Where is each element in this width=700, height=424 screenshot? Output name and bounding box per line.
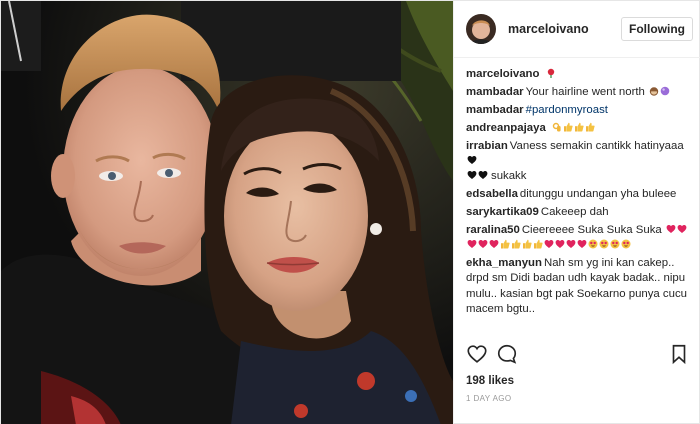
like-count[interactable]: 198 likes [466, 375, 514, 387]
comment-username[interactable]: andreanpajaya [466, 122, 546, 134]
heart-eyes-emoji [610, 239, 620, 249]
comment-item: andreanpajaya [466, 121, 691, 136]
comment-item: ekha_manyun Nah sm yg ini kan cakep.. drp… [466, 256, 691, 317]
thumbs-emoji [501, 239, 510, 249]
comment-item: irrabian Vaness semakin cantikk hatinyaaa… [466, 139, 691, 185]
action-bar [466, 343, 692, 371]
heart-black-emoji [467, 171, 477, 180]
post-photo[interactable] [1, 1, 453, 424]
heart-eyes-emoji [588, 239, 598, 249]
comment-item: raralina50 Cieereeee Suka Suka Suka [466, 223, 691, 254]
comment-text: Cieereeee Suka Suka Suka [521, 223, 662, 236]
heart-red-emoji [566, 240, 576, 249]
thumbs-emoji [523, 239, 532, 249]
selfie-image [1, 1, 453, 424]
comment-text: sukakk [491, 170, 527, 183]
heart-black-emoji [467, 155, 477, 164]
post-side-panel: marceloivano Following marceloivano mamb… [453, 1, 700, 424]
comment-username[interactable]: sarykartika09 [466, 206, 539, 218]
comment-username[interactable]: edsabella [466, 188, 518, 200]
heart-red-emoji [478, 240, 488, 249]
heart-red-emoji [467, 240, 477, 249]
monkey-emoji [649, 87, 659, 96]
comment-item: sarykartika09 Cakeeep dah [466, 205, 691, 220]
comment-bubble-icon[interactable] [496, 343, 520, 367]
comment-text: ditunggu undangan yha buleee [519, 188, 677, 201]
heart-red-emoji [577, 240, 587, 249]
instagram-post: marceloivano Following marceloivano mamb… [0, 0, 700, 424]
comment-text: Vaness semakin cantikk hatinyaaa [509, 139, 684, 152]
thumbs-emoji [585, 122, 595, 132]
heart-red-emoji [677, 224, 687, 233]
heart-eyes-emoji [599, 239, 609, 249]
post-timestamp[interactable]: 1 DAY AGO [466, 394, 512, 403]
comment-username[interactable]: ekha_manyun [466, 257, 542, 269]
orb-emoji [660, 86, 670, 96]
header-username[interactable]: marceloivano [508, 22, 621, 36]
comment-username[interactable]: mambadar [466, 86, 524, 98]
following-button[interactable]: Following [621, 17, 693, 41]
bookmark-icon[interactable] [668, 343, 692, 367]
heart-red-emoji [544, 240, 554, 249]
avatar[interactable] [466, 14, 496, 44]
heart-red-emoji [555, 240, 565, 249]
comments-list: marceloivano mambadar Your hairline went … [454, 58, 700, 320]
heart-red-emoji [489, 240, 499, 249]
heart-outline-icon[interactable] [466, 343, 490, 367]
post-header: marceloivano Following [454, 1, 700, 58]
heart-black-emoji [478, 171, 488, 180]
comment-username[interactable]: irrabian [466, 140, 508, 152]
ok-hand-emoji [552, 122, 561, 132]
comment-item: marceloivano [466, 67, 691, 82]
comment-text: Cakeeep dah [540, 205, 609, 218]
heart-red-emoji [666, 224, 676, 233]
thumbs-emoji [574, 122, 584, 132]
comment-hashtag[interactable]: #pardonmyroast [526, 104, 608, 116]
comment-item: mambadar Your hairline went north [466, 85, 691, 100]
rose-emoji [547, 68, 554, 78]
thumbs-emoji [534, 239, 543, 249]
heart-eyes-emoji [621, 239, 631, 249]
thumbs-emoji [563, 122, 573, 132]
thumbs-emoji [512, 239, 521, 249]
comment-item: mambadar #pardonmyroast [466, 103, 691, 118]
comment-username[interactable]: mambadar [466, 104, 524, 116]
comment-username[interactable]: marceloivano [466, 68, 539, 80]
comment-username[interactable]: raralina50 [466, 224, 520, 236]
comment-item: edsabella ditunggu undangan yha buleee [466, 187, 691, 202]
comment-text: Your hairline went north [525, 85, 645, 98]
